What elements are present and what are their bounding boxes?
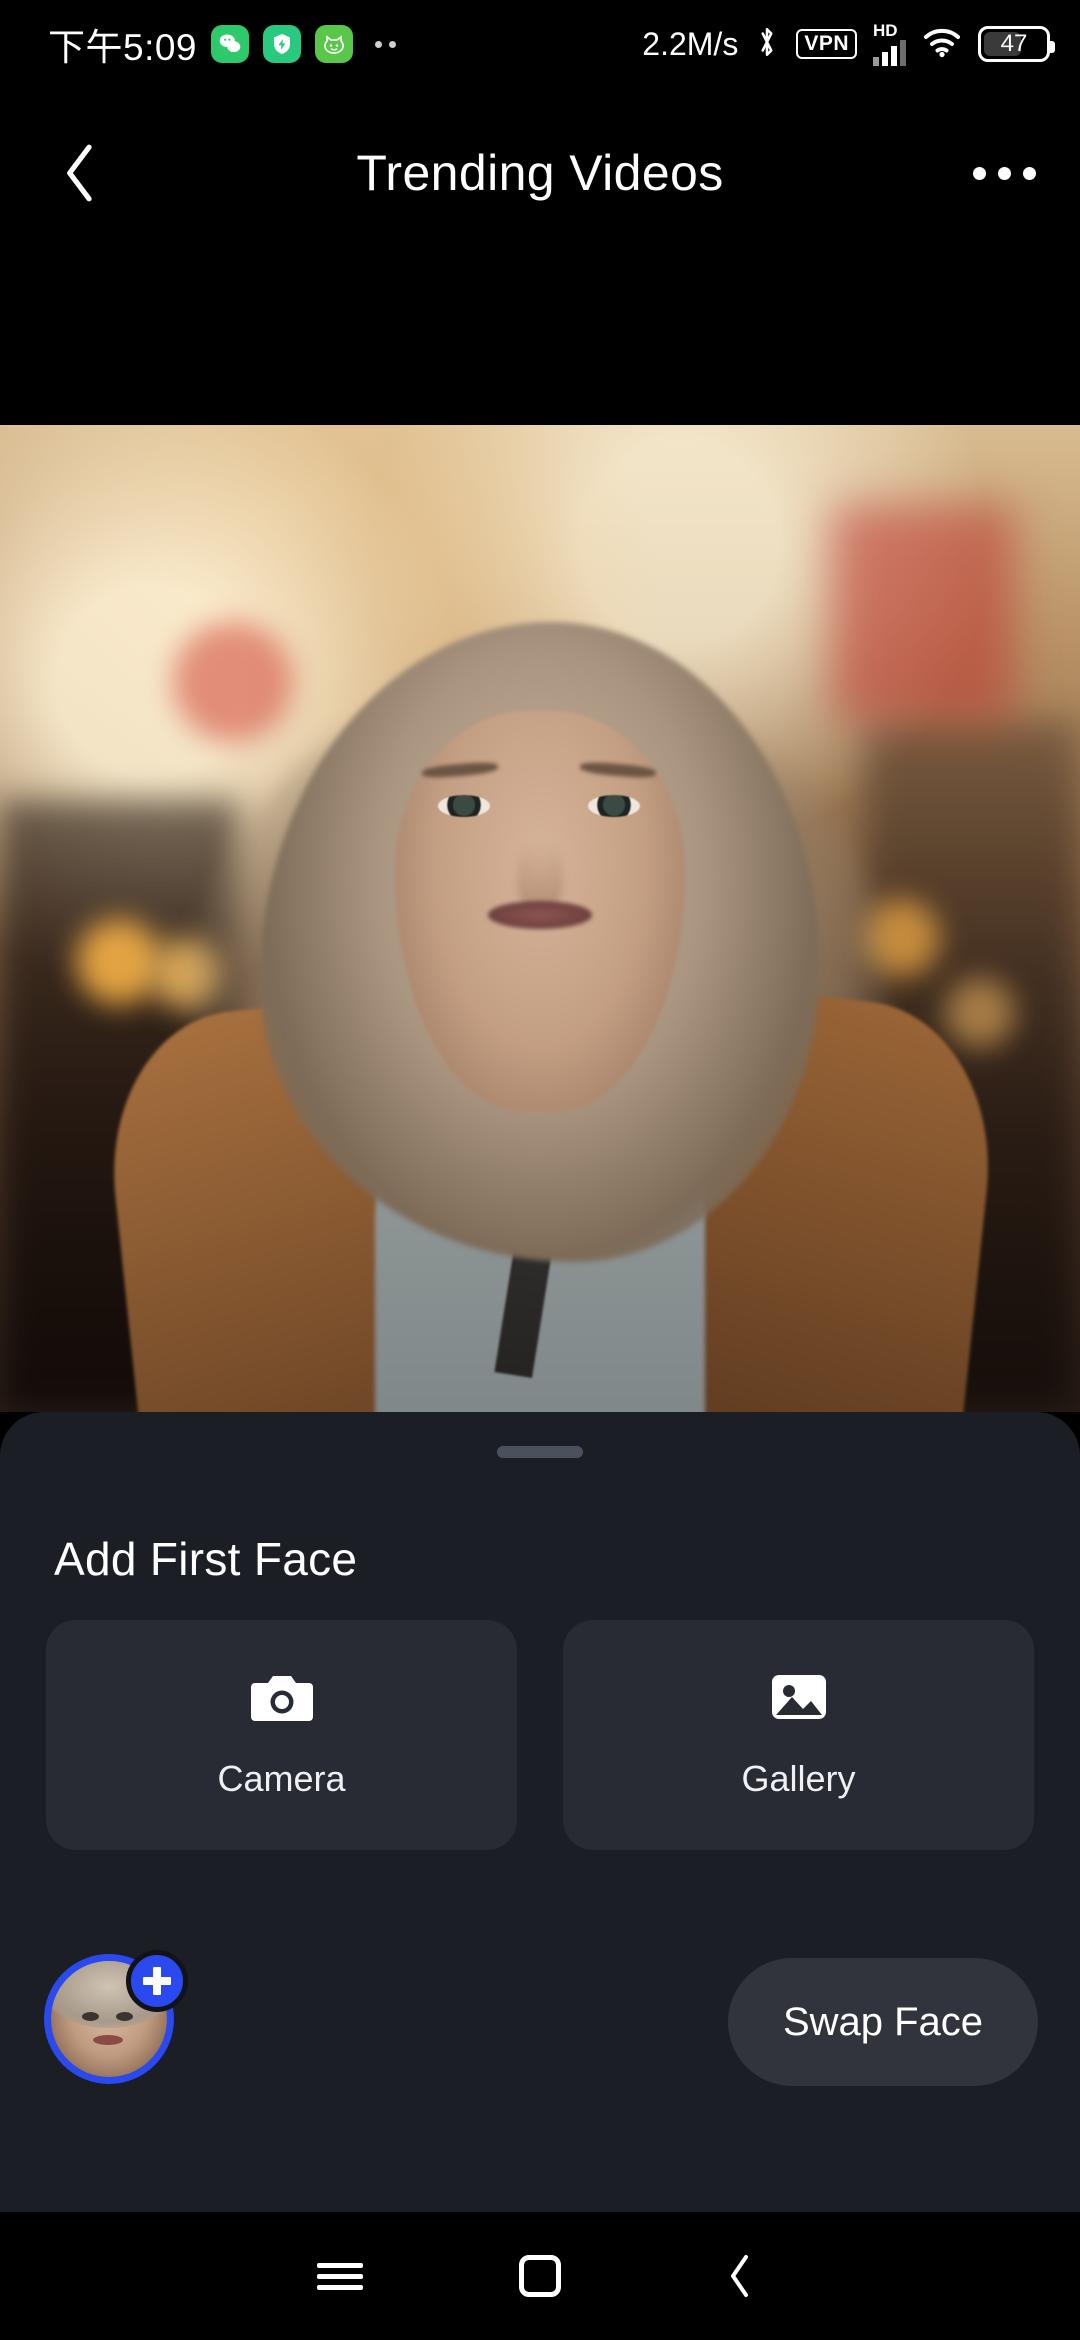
security-shield-icon [263, 25, 302, 63]
status-bar-right: 2.2M/s VPN HD 47 [642, 22, 1055, 66]
status-bar: 下午5:09 2.2M/s VPN HD 47 [0, 0, 1080, 88]
status-bar-left: 下午5:09 [48, 17, 397, 71]
video-frame-image [0, 425, 1080, 1412]
recents-menu-icon[interactable] [240, 2212, 440, 2340]
network-speed-label: 2.2M/s [642, 25, 739, 62]
app-bar: Trending Videos [0, 118, 1080, 228]
swap-face-button[interactable]: Swap Face [728, 1958, 1038, 2086]
camera-icon [250, 1671, 313, 1728]
swap-face-label: Swap Face [782, 1999, 984, 2044]
add-face-plus-icon[interactable] [126, 1950, 188, 2012]
battery-percent-label: 47 [1000, 30, 1028, 57]
hd-label: HD [873, 21, 898, 40]
wifi-icon [922, 26, 962, 63]
vpn-badge: VPN [796, 28, 857, 60]
android-nav-bar [0, 2212, 1080, 2340]
signal-bars-icon [873, 40, 906, 66]
page-title: Trending Videos [356, 145, 724, 201]
gallery-image-icon [770, 1671, 828, 1728]
camera-option-button[interactable]: Camera [46, 1620, 517, 1850]
sheet-drag-handle[interactable] [497, 1446, 583, 1458]
bluetooth-icon [754, 24, 780, 65]
status-clock: 下午5:09 [48, 27, 198, 68]
home-square-icon[interactable] [440, 2212, 640, 2340]
gallery-option-button[interactable]: Gallery [563, 1620, 1034, 1850]
nav-back-chevron-icon[interactable] [640, 2212, 840, 2340]
wechat-icon [211, 25, 250, 63]
sheet-title: Add First Face [54, 1533, 358, 1585]
camera-option-label: Camera [217, 1757, 346, 1799]
status-overflow-dots-icon [375, 40, 397, 48]
gallery-option-label: Gallery [741, 1757, 856, 1799]
cat-app-icon [315, 25, 354, 63]
video-preview[interactable] [0, 425, 1080, 1412]
face-selection-row: Swap Face [0, 1944, 1080, 2124]
signal-strength-icon: HD [873, 22, 906, 66]
add-face-bottom-sheet: Add First Face Camera Gallery Swap Face [0, 1412, 1080, 2212]
overflow-menu-icon[interactable] [962, 131, 1046, 215]
phone-screen: 下午5:09 2.2M/s VPN HD 47 Trending Videos … [0, 0, 1080, 2340]
selected-face-avatar[interactable] [44, 1950, 188, 2094]
battery-indicator: 47 [978, 26, 1055, 62]
back-button[interactable] [38, 131, 122, 215]
face-source-options: Camera Gallery [46, 1620, 1034, 1850]
